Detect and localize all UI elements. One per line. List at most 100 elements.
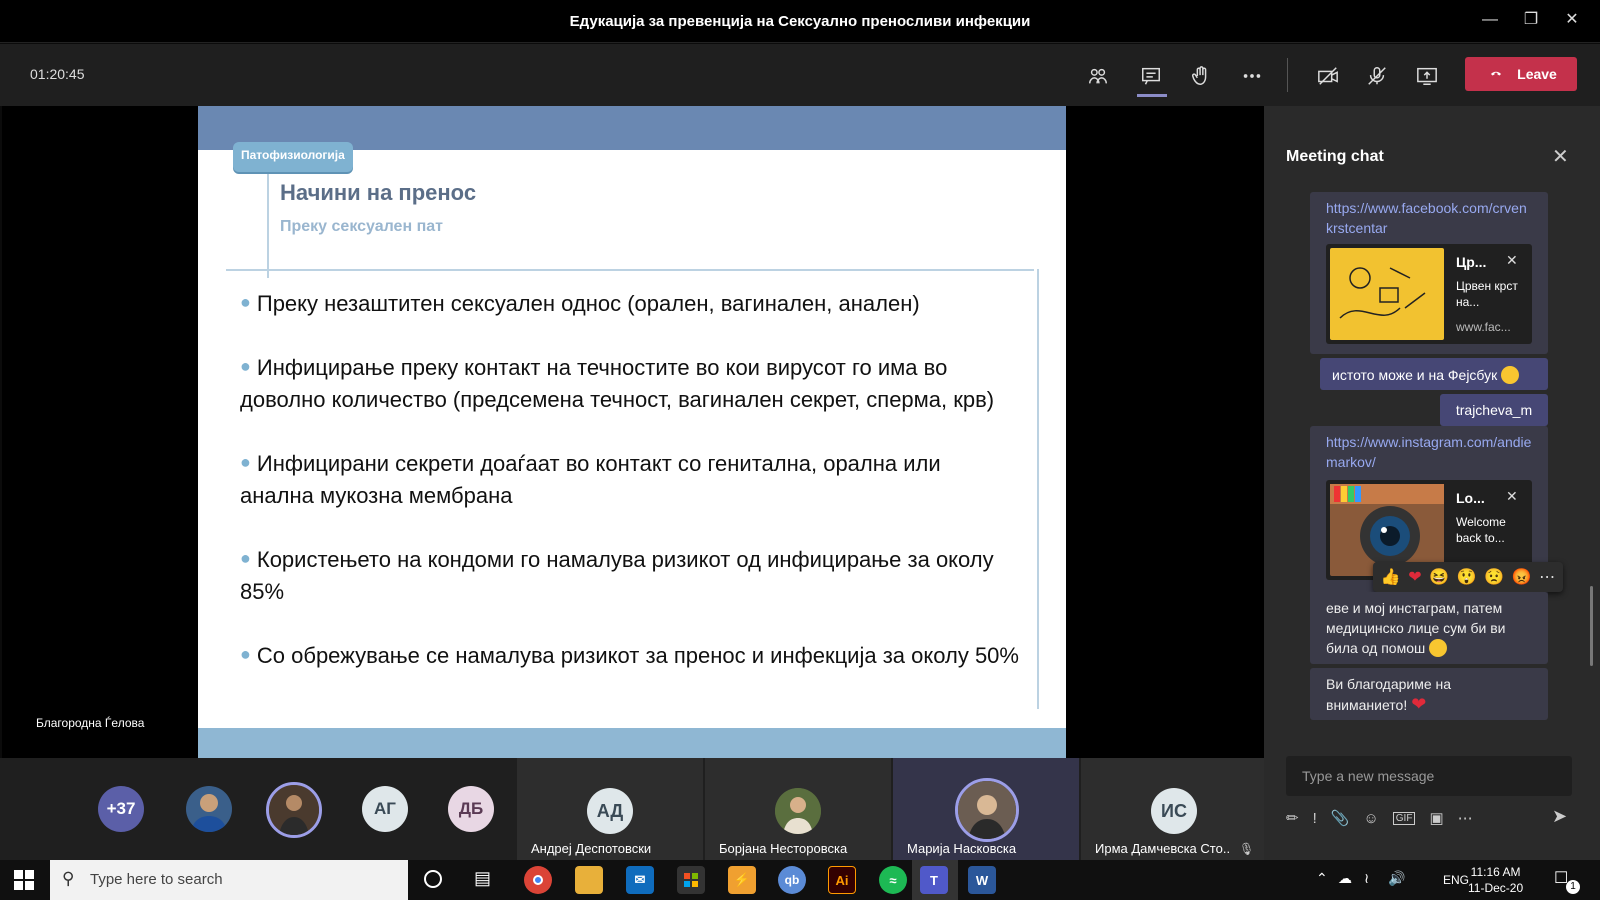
windows-start-icon[interactable] bbox=[14, 870, 34, 895]
participant-photo bbox=[775, 788, 821, 834]
sticker-icon[interactable]: ▣ bbox=[1429, 809, 1443, 827]
slide-section-tag: Патофизиологија bbox=[233, 142, 353, 172]
slide-bottom-band bbox=[198, 728, 1066, 758]
taskbar-clock[interactable]: 11:16 AM 11-Dec-20 bbox=[1468, 864, 1523, 896]
mail-icon[interactable]: ✉ bbox=[626, 866, 654, 894]
heart-emoji-icon: ❤ bbox=[1411, 694, 1427, 714]
instagram-link[interactable]: https://www.instagram.com/andiemarkov/ bbox=[1326, 432, 1532, 472]
qbittorrent-icon[interactable]: qb bbox=[778, 866, 806, 894]
participant-overflow[interactable]: +37 bbox=[98, 786, 144, 832]
message-input[interactable]: Type a new message bbox=[1286, 756, 1572, 796]
more-compose-icon[interactable]: ⋯ bbox=[1458, 809, 1473, 827]
notification-count-badge: 1 bbox=[1566, 880, 1580, 894]
illustrator-icon[interactable]: Ai bbox=[828, 866, 856, 894]
slide-bullet: ● Инфицирани секрети доаѓаат во контакт с… bbox=[240, 451, 941, 508]
participant-tile[interactable]: АД Андреј Деспотовски bbox=[517, 758, 703, 860]
slide-heading: Начини на пренос bbox=[280, 180, 477, 205]
share-screen-icon[interactable] bbox=[1413, 62, 1441, 90]
taskbar-search-input[interactable]: ⚲ Type here to search bbox=[50, 860, 408, 900]
preview-description: Црвен крст на... bbox=[1456, 279, 1518, 309]
show-hidden-icons-icon[interactable]: ⌃ bbox=[1316, 870, 1328, 887]
slide-subheading: Преку сексуален пат bbox=[280, 218, 443, 235]
preview-thumbnail bbox=[1330, 248, 1444, 340]
file-explorer-icon[interactable] bbox=[575, 866, 603, 894]
toolbar-divider bbox=[1287, 58, 1288, 92]
slide-divider-vertical bbox=[267, 172, 269, 278]
participant-initials: АД bbox=[587, 788, 633, 834]
chat-message: Ви благодариме на вниманието! ❤ bbox=[1310, 668, 1548, 720]
format-icon[interactable]: ✏ bbox=[1286, 809, 1299, 827]
participant-avatar-active[interactable] bbox=[266, 782, 322, 838]
camera-off-icon[interactable] bbox=[1314, 62, 1342, 90]
laugh-reaction-icon[interactable]: 😆 bbox=[1429, 567, 1449, 587]
facebook-link[interactable]: https://www.facebook.com/crvenkrstcentar bbox=[1326, 198, 1532, 238]
participant-tile[interactable]: ИС Ирма Дамчевска Сто... 🎙 bbox=[1081, 758, 1264, 860]
preview-close-icon[interactable]: ✕ bbox=[1506, 252, 1518, 269]
phone-hangup-icon bbox=[1485, 66, 1507, 82]
title-bar: Едукација за превенција на Сексуално пре… bbox=[0, 0, 1600, 43]
minimize-button[interactable]: — bbox=[1478, 10, 1502, 30]
clock-date: 11-Dec-20 bbox=[1468, 881, 1524, 895]
preview-title: Lo... bbox=[1456, 490, 1485, 506]
teams-icon[interactable]: T bbox=[920, 866, 948, 894]
participant-avatar-photo[interactable] bbox=[186, 786, 232, 832]
chat-close-icon[interactable]: ✕ bbox=[1552, 144, 1569, 169]
participants-icon[interactable] bbox=[1084, 62, 1112, 90]
participant-strip: +37 АГ ДБ АД Андреј Деспотовски Борјана … bbox=[0, 758, 1264, 860]
wifi-icon[interactable]: ≀ bbox=[1364, 870, 1369, 887]
chat-icon[interactable] bbox=[1137, 62, 1165, 90]
windows-taskbar: ⚲ Type here to search ▤ ✉ ⚡ qb Ai ≈ T W … bbox=[0, 860, 1600, 900]
onedrive-icon[interactable]: ☁ bbox=[1338, 870, 1352, 887]
more-options-icon[interactable] bbox=[1238, 62, 1266, 90]
my-message-text: trajcheva_m bbox=[1455, 402, 1533, 418]
participant-avatar[interactable]: ДБ bbox=[448, 786, 494, 832]
leave-button[interactable]: Leave bbox=[1465, 57, 1577, 91]
slide-divider-right bbox=[1037, 269, 1039, 709]
slide-bullet: ● Преку незаштитен сексуален однос (орале… bbox=[240, 291, 920, 316]
presentation-slide: Патофизиологија Начини на пренос Преку с… bbox=[198, 106, 1066, 758]
chat-message-text: еве и мој инстаграм, патем медицинско ли… bbox=[1326, 600, 1506, 656]
sad-reaction-icon[interactable]: 😟 bbox=[1484, 567, 1504, 587]
participant-avatar[interactable]: АГ bbox=[362, 786, 408, 832]
chrome-icon[interactable] bbox=[524, 866, 552, 894]
spotify-icon[interactable]: ≈ bbox=[879, 866, 907, 894]
restore-button[interactable]: ❐ bbox=[1519, 10, 1543, 30]
surprised-reaction-icon[interactable]: 😲 bbox=[1457, 567, 1477, 587]
compose-toolbar: ✏ ! 📎 ☺ GIF ▣ ⋯ bbox=[1286, 806, 1576, 830]
raise-hand-icon[interactable] bbox=[1187, 62, 1215, 90]
tools-app-icon[interactable]: ⚡ bbox=[728, 866, 756, 894]
emoji-icon[interactable]: ☺ bbox=[1363, 810, 1378, 827]
cortana-icon[interactable] bbox=[424, 870, 442, 888]
preview-url: www.fac... bbox=[1456, 320, 1511, 334]
participant-tile[interactable]: Борјана Несторовска bbox=[705, 758, 891, 860]
preview-description: Welcome back to... bbox=[1456, 515, 1506, 545]
chat-scrollbar[interactable] bbox=[1590, 586, 1593, 666]
clock-time: 11:16 AM bbox=[1470, 865, 1521, 879]
link-preview-card[interactable]: Цр... Црвен крст на... www.fac... ✕ bbox=[1326, 244, 1532, 344]
important-icon[interactable]: ! bbox=[1313, 810, 1317, 827]
angry-reaction-icon[interactable]: 😡 bbox=[1512, 567, 1532, 587]
attach-icon[interactable]: 📎 bbox=[1331, 809, 1350, 827]
word-icon[interactable]: W bbox=[968, 866, 996, 894]
smile-emoji-icon bbox=[1429, 639, 1448, 657]
reaction-picker: 👍 ❤ 😆 😲 😟 😡 ⋯ bbox=[1373, 562, 1563, 592]
volume-icon[interactable]: 🔊 bbox=[1388, 870, 1405, 887]
mic-off-icon[interactable] bbox=[1363, 62, 1391, 90]
my-message: trajcheva_m bbox=[1440, 394, 1548, 426]
send-icon[interactable]: ➤ bbox=[1552, 806, 1567, 827]
my-message: истото може и на Фејсбук bbox=[1320, 358, 1548, 390]
task-view-icon[interactable]: ▤ bbox=[474, 868, 491, 889]
search-icon: ⚲ bbox=[62, 869, 75, 888]
more-reactions-icon[interactable]: ⋯ bbox=[1539, 567, 1555, 587]
participant-name: Андреј Деспотовски bbox=[531, 841, 652, 856]
close-window-button[interactable]: ✕ bbox=[1560, 10, 1584, 30]
like-reaction-icon[interactable]: 👍 bbox=[1381, 567, 1401, 587]
heart-reaction-icon[interactable]: ❤ bbox=[1408, 567, 1421, 587]
store-icon[interactable] bbox=[677, 866, 705, 894]
participant-tile-active[interactable]: Марија Насковска bbox=[893, 758, 1079, 860]
preview-close-icon[interactable]: ✕ bbox=[1506, 488, 1518, 505]
gif-icon[interactable]: GIF bbox=[1392, 811, 1416, 825]
participant-initials: ИС bbox=[1151, 788, 1197, 834]
meeting-toolbar: 01:20:45 Leave bbox=[0, 44, 1600, 106]
input-language[interactable]: ENG bbox=[1443, 873, 1469, 887]
